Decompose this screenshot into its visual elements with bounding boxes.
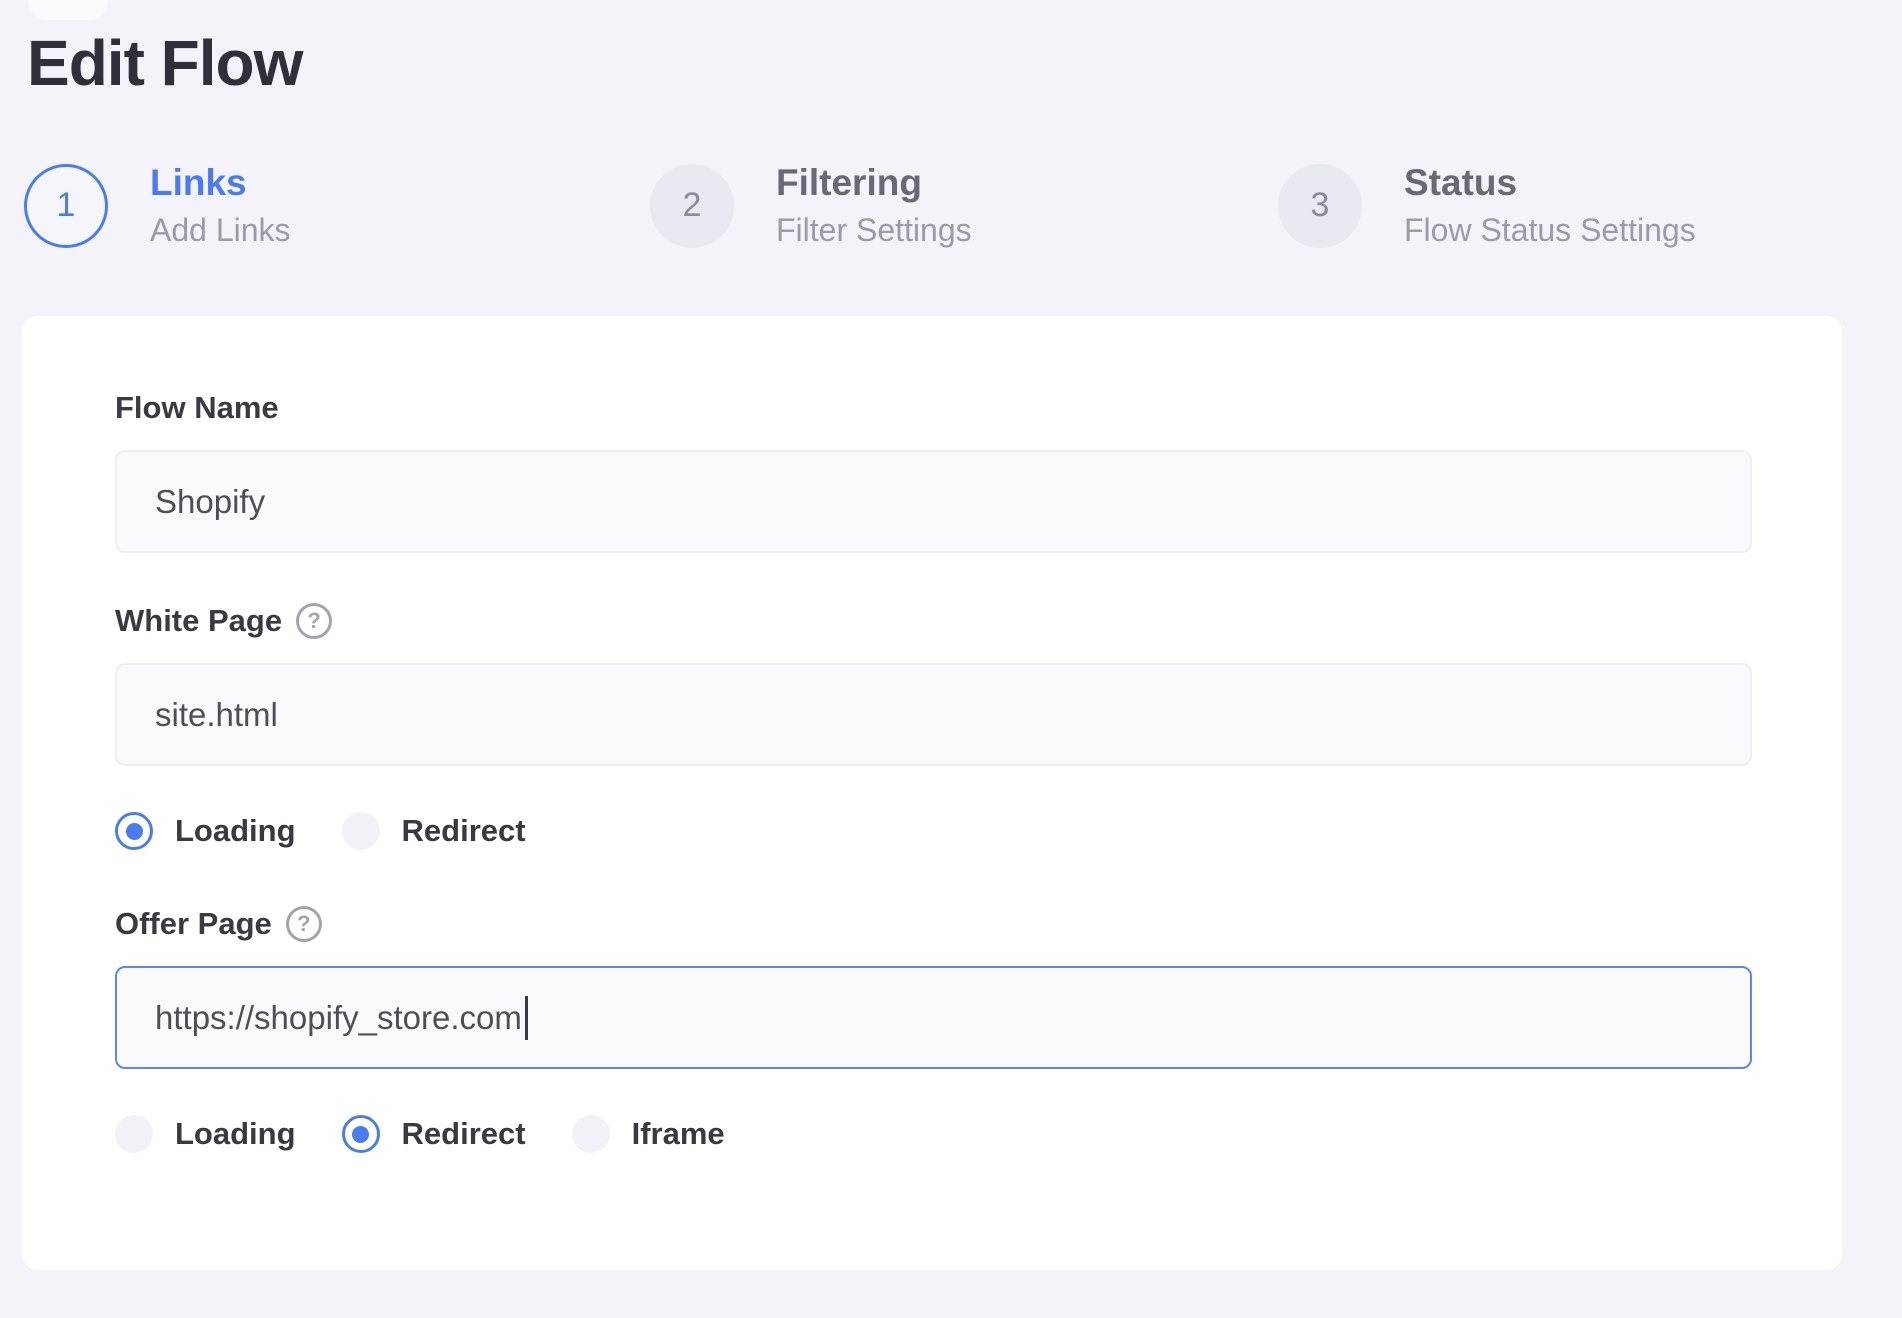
- white-page-label-text: White Page: [115, 603, 283, 638]
- flow-name-label-text: Flow Name: [115, 390, 279, 425]
- stepper-step-links[interactable]: 1 Links Add Links: [24, 160, 291, 252]
- white-page-label: White Page ?: [115, 603, 1752, 639]
- offer-page-redirect-radio[interactable]: [341, 1115, 380, 1153]
- offer-page-loading-label: Loading: [175, 1116, 296, 1151]
- step-2-text: Filtering Filter Settings: [776, 160, 972, 252]
- step-3-subtitle: Flow Status Settings: [1404, 212, 1696, 249]
- offer-page-help-icon[interactable]: ?: [285, 906, 322, 942]
- page-title: Edit Flow: [27, 27, 303, 99]
- step-1-number-badge: 1: [24, 163, 108, 248]
- offer-page-input-value: https://shopify_store.com: [155, 998, 522, 1036]
- offer-page-iframe-label: Iframe: [631, 1116, 725, 1151]
- step-1-title: Links: [150, 162, 247, 203]
- offer-page-iframe-radio[interactable]: [571, 1115, 610, 1153]
- stepper-step-status[interactable]: 3 Status Flow Status Settings: [1278, 160, 1696, 252]
- offer-page-redirect-option[interactable]: Redirect: [341, 1115, 526, 1153]
- white-page-input[interactable]: [115, 663, 1752, 766]
- step-2-number-badge: 2: [650, 163, 734, 248]
- white-page-mode-options: Loading Redirect: [115, 812, 1752, 850]
- step-1-subtitle: Add Links: [150, 212, 291, 249]
- white-page-redirect-radio[interactable]: [341, 812, 380, 850]
- flow-name-input[interactable]: [115, 450, 1752, 553]
- white-page-redirect-option[interactable]: Redirect: [341, 812, 526, 850]
- offer-page-redirect-label: Redirect: [401, 1116, 526, 1151]
- step-3-title: Status: [1404, 162, 1518, 203]
- flow-name-label: Flow Name: [115, 390, 1752, 426]
- step-2-subtitle: Filter Settings: [776, 212, 972, 249]
- offer-page-loading-option[interactable]: Loading: [115, 1115, 296, 1153]
- step-3-number-badge: 3: [1278, 163, 1362, 248]
- offer-page-mode-options: Loading Redirect Iframe: [115, 1115, 1752, 1153]
- white-page-loading-radio[interactable]: [115, 812, 153, 850]
- offer-page-input[interactable]: https://shopify_store.com: [115, 966, 1752, 1069]
- text-cursor: [524, 995, 528, 1040]
- offer-page-label: Offer Page ?: [115, 906, 1752, 942]
- offer-page-iframe-option[interactable]: Iframe: [571, 1115, 725, 1153]
- white-page-loading-option[interactable]: Loading: [115, 812, 296, 850]
- stepper-step-filtering[interactable]: 2 Filtering Filter Settings: [650, 160, 972, 252]
- white-page-redirect-label: Redirect: [401, 813, 526, 848]
- step-3-text: Status Flow Status Settings: [1404, 160, 1696, 252]
- white-page-loading-label: Loading: [175, 813, 296, 848]
- offer-page-loading-radio[interactable]: [115, 1115, 153, 1153]
- step-2-title: Filtering: [776, 162, 922, 203]
- stepper: 1 Links Add Links 2 Filtering Filter Set…: [0, 160, 1902, 280]
- step-1-text: Links Add Links: [150, 160, 291, 252]
- edit-flow-card: Flow Name White Page ? Loading Redirect …: [22, 316, 1842, 1270]
- white-page-help-icon[interactable]: ?: [296, 603, 333, 639]
- offer-page-label-text: Offer Page: [115, 906, 272, 941]
- clipped-top-element: [28, 0, 108, 20]
